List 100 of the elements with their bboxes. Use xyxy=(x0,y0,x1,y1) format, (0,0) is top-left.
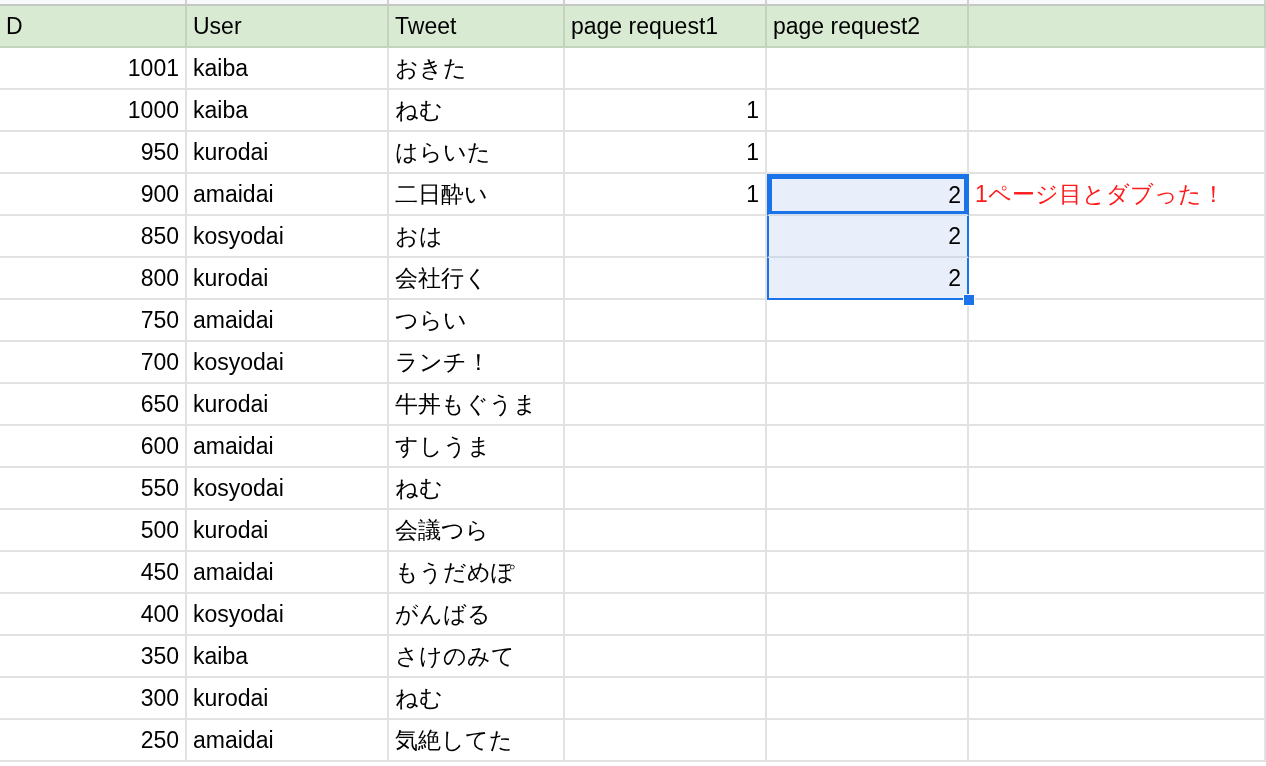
table-cell[interactable] xyxy=(565,720,767,762)
table-cell[interactable]: 2 xyxy=(767,258,969,300)
header-cell[interactable]: D xyxy=(0,6,187,48)
table-cell[interactable] xyxy=(767,90,969,132)
table-cell[interactable]: 二日酔い xyxy=(389,174,565,216)
table-cell[interactable]: 250 xyxy=(0,720,187,762)
table-cell[interactable]: amaidai xyxy=(187,720,389,762)
table-cell[interactable]: amaidai xyxy=(187,552,389,594)
table-cell[interactable]: amaidai xyxy=(187,300,389,342)
table-cell[interactable] xyxy=(767,510,969,552)
column-header[interactable] xyxy=(565,0,767,6)
table-cell[interactable]: kaiba xyxy=(187,48,389,90)
table-cell[interactable]: 2 xyxy=(767,216,969,258)
table-cell[interactable]: もうだめぽ xyxy=(389,552,565,594)
table-cell[interactable] xyxy=(767,48,969,90)
table-cell[interactable] xyxy=(565,342,767,384)
table-cell[interactable]: 700 xyxy=(0,342,187,384)
column-header[interactable] xyxy=(969,0,1266,6)
table-cell[interactable]: ねむ xyxy=(389,90,565,132)
table-cell[interactable]: 2 xyxy=(767,174,969,216)
table-cell[interactable]: 1 xyxy=(565,132,767,174)
column-header[interactable] xyxy=(187,0,389,6)
table-cell[interactable]: 1 xyxy=(565,90,767,132)
table-cell[interactable]: 950 xyxy=(0,132,187,174)
table-cell[interactable] xyxy=(969,720,1266,762)
table-cell[interactable] xyxy=(767,468,969,510)
table-cell[interactable]: kaiba xyxy=(187,90,389,132)
table-cell[interactable]: 牛丼もぐうま xyxy=(389,384,565,426)
table-cell[interactable]: kurodai xyxy=(187,384,389,426)
table-cell[interactable] xyxy=(565,468,767,510)
table-cell[interactable]: kosyodai xyxy=(187,468,389,510)
table-cell[interactable]: 800 xyxy=(0,258,187,300)
table-cell[interactable]: 450 xyxy=(0,552,187,594)
header-cell[interactable]: Tweet xyxy=(389,6,565,48)
table-cell[interactable] xyxy=(969,384,1266,426)
table-cell[interactable] xyxy=(969,132,1266,174)
table-cell[interactable]: kosyodai xyxy=(187,594,389,636)
table-cell[interactable]: kurodai xyxy=(187,678,389,720)
table-cell[interactable]: 850 xyxy=(0,216,187,258)
table-cell[interactable]: さけのみて xyxy=(389,636,565,678)
header-cell[interactable]: page request1 xyxy=(565,6,767,48)
table-cell[interactable]: はらいた xyxy=(389,132,565,174)
table-cell[interactable] xyxy=(969,216,1266,258)
table-cell[interactable]: 900 xyxy=(0,174,187,216)
table-cell[interactable]: kurodai xyxy=(187,510,389,552)
table-cell[interactable] xyxy=(969,552,1266,594)
table-cell[interactable] xyxy=(969,510,1266,552)
table-cell[interactable]: kosyodai xyxy=(187,216,389,258)
table-cell[interactable]: つらい xyxy=(389,300,565,342)
table-cell[interactable]: 300 xyxy=(0,678,187,720)
fill-handle[interactable] xyxy=(963,294,975,306)
table-cell[interactable]: ねむ xyxy=(389,678,565,720)
table-cell[interactable] xyxy=(969,90,1266,132)
table-cell[interactable]: 500 xyxy=(0,510,187,552)
table-cell[interactable]: amaidai xyxy=(187,426,389,468)
column-header[interactable] xyxy=(0,0,187,6)
table-cell[interactable] xyxy=(767,720,969,762)
header-cell[interactable]: User xyxy=(187,6,389,48)
table-cell[interactable] xyxy=(565,510,767,552)
table-cell[interactable] xyxy=(969,48,1266,90)
table-cell[interactable] xyxy=(969,468,1266,510)
table-cell[interactable] xyxy=(767,552,969,594)
table-cell[interactable]: kurodai xyxy=(187,132,389,174)
table-cell[interactable]: kurodai xyxy=(187,258,389,300)
table-cell[interactable] xyxy=(969,678,1266,720)
table-cell[interactable]: ねむ xyxy=(389,468,565,510)
table-cell[interactable]: 400 xyxy=(0,594,187,636)
table-cell[interactable] xyxy=(767,636,969,678)
column-header[interactable] xyxy=(767,0,969,6)
table-cell[interactable]: がんばる xyxy=(389,594,565,636)
table-cell[interactable] xyxy=(969,342,1266,384)
table-cell[interactable]: 350 xyxy=(0,636,187,678)
table-cell[interactable] xyxy=(565,594,767,636)
table-cell[interactable]: 会議つら xyxy=(389,510,565,552)
table-cell[interactable]: 1000 xyxy=(0,90,187,132)
table-cell[interactable] xyxy=(767,426,969,468)
table-cell[interactable]: おは xyxy=(389,216,565,258)
table-cell[interactable]: kosyodai xyxy=(187,342,389,384)
table-cell[interactable] xyxy=(969,300,1266,342)
table-cell[interactable] xyxy=(767,384,969,426)
table-cell[interactable] xyxy=(565,48,767,90)
table-cell[interactable]: amaidai xyxy=(187,174,389,216)
table-cell[interactable] xyxy=(565,552,767,594)
table-cell[interactable]: 600 xyxy=(0,426,187,468)
table-cell[interactable] xyxy=(969,426,1266,468)
table-cell[interactable] xyxy=(767,678,969,720)
table-cell[interactable] xyxy=(969,636,1266,678)
table-cell[interactable]: 会社行く xyxy=(389,258,565,300)
table-cell[interactable] xyxy=(565,300,767,342)
table-cell[interactable]: おきた xyxy=(389,48,565,90)
table-cell[interactable] xyxy=(565,384,767,426)
table-cell[interactable]: すしうま xyxy=(389,426,565,468)
table-cell[interactable]: kaiba xyxy=(187,636,389,678)
table-cell[interactable] xyxy=(565,678,767,720)
table-cell[interactable]: 750 xyxy=(0,300,187,342)
table-cell[interactable]: 1001 xyxy=(0,48,187,90)
header-cell[interactable] xyxy=(969,6,1266,48)
table-cell[interactable] xyxy=(565,636,767,678)
column-header[interactable] xyxy=(389,0,565,6)
table-cell[interactable] xyxy=(767,342,969,384)
